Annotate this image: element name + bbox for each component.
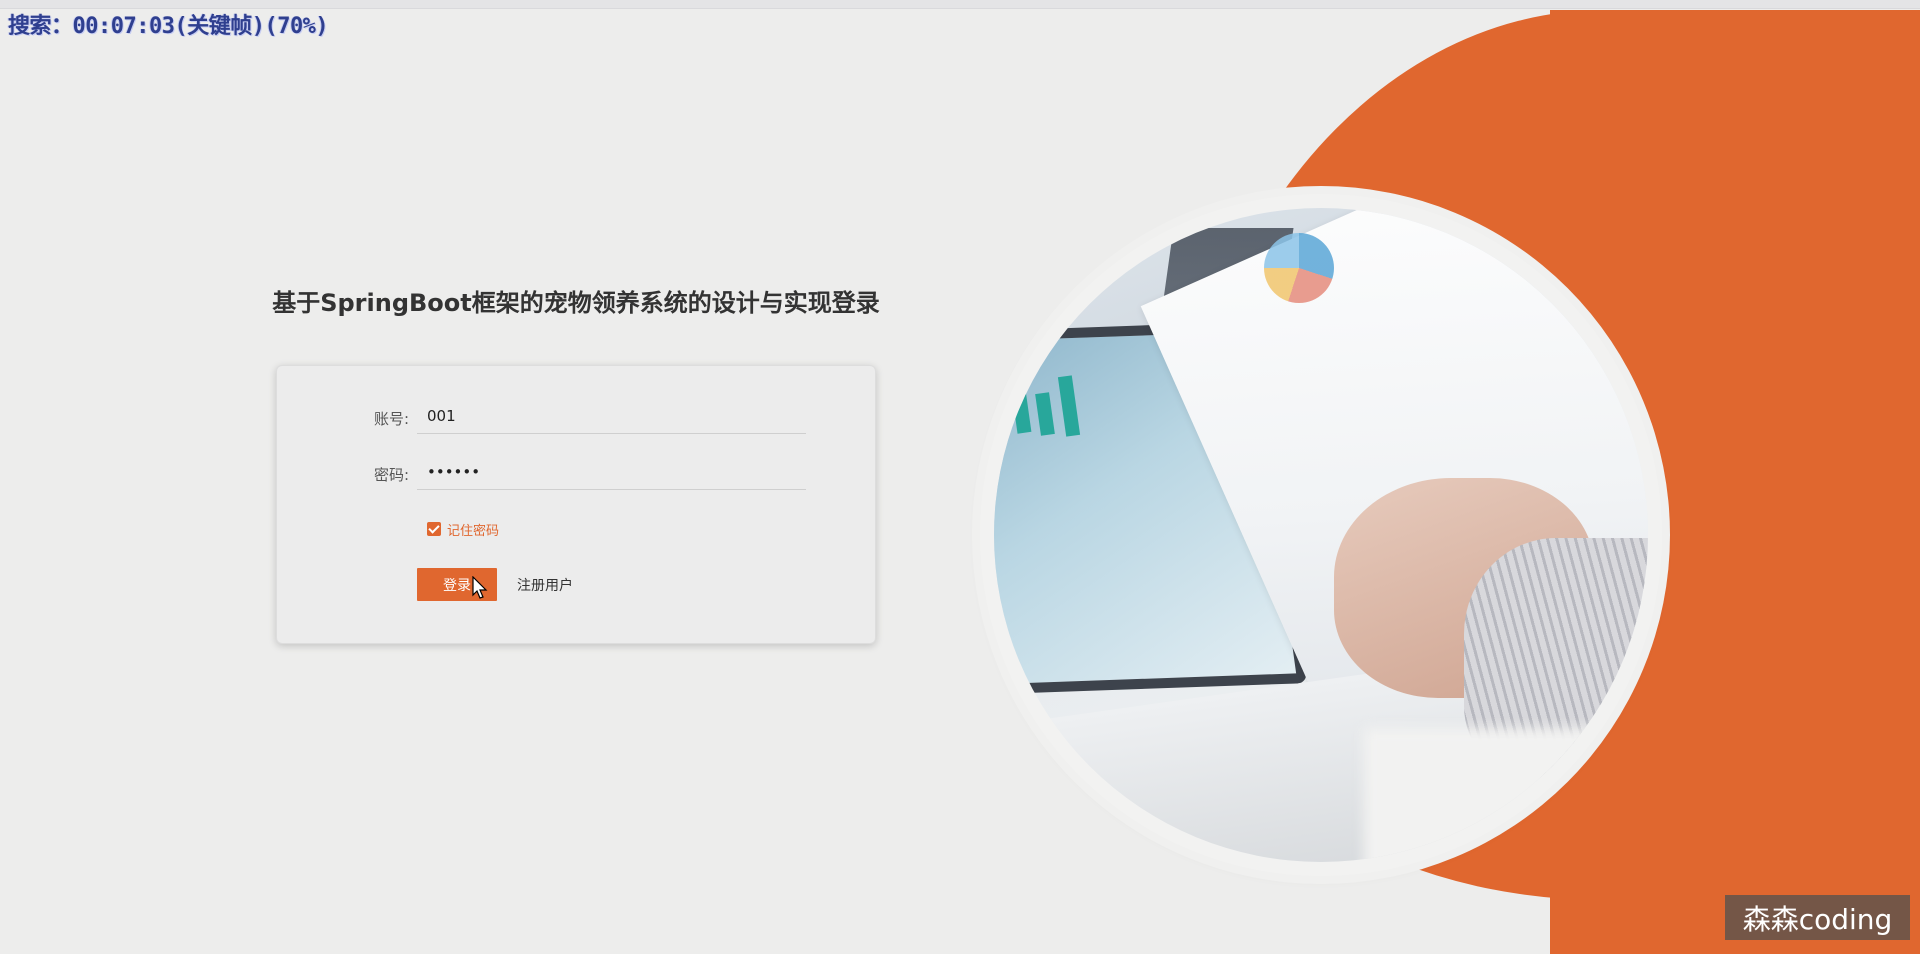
mouse-cursor-icon: [472, 576, 488, 599]
password-input[interactable]: [417, 454, 806, 490]
password-row: 密码:: [277, 452, 877, 492]
account-input[interactable]: [417, 398, 806, 434]
remember-label[interactable]: 记住密码: [447, 520, 499, 539]
photo-pie-chart: [1264, 233, 1334, 303]
search-overlay-text: 搜索：00:07:03(关键帧)(70%): [8, 14, 329, 39]
watermark: 森森coding: [1725, 895, 1910, 940]
account-row: 账号:: [277, 396, 877, 436]
register-link[interactable]: 注册用户: [517, 575, 573, 595]
password-label: 密码:: [373, 466, 409, 484]
remember-checkbox[interactable]: [427, 522, 441, 536]
account-label: 账号:: [373, 410, 409, 428]
login-page: 搜索：00:07:03(关键帧)(70%) 基于SpringBoot框架的宠物领…: [0, 0, 1920, 954]
login-form-card: 账号: 密码: 记住密码 登录 注册用户: [276, 365, 876, 644]
photo-blur: [1364, 728, 1648, 862]
remember-password[interactable]: 记住密码: [427, 520, 499, 539]
page-title: 基于SpringBoot框架的宠物领养系统的设计与实现登录: [272, 289, 880, 317]
